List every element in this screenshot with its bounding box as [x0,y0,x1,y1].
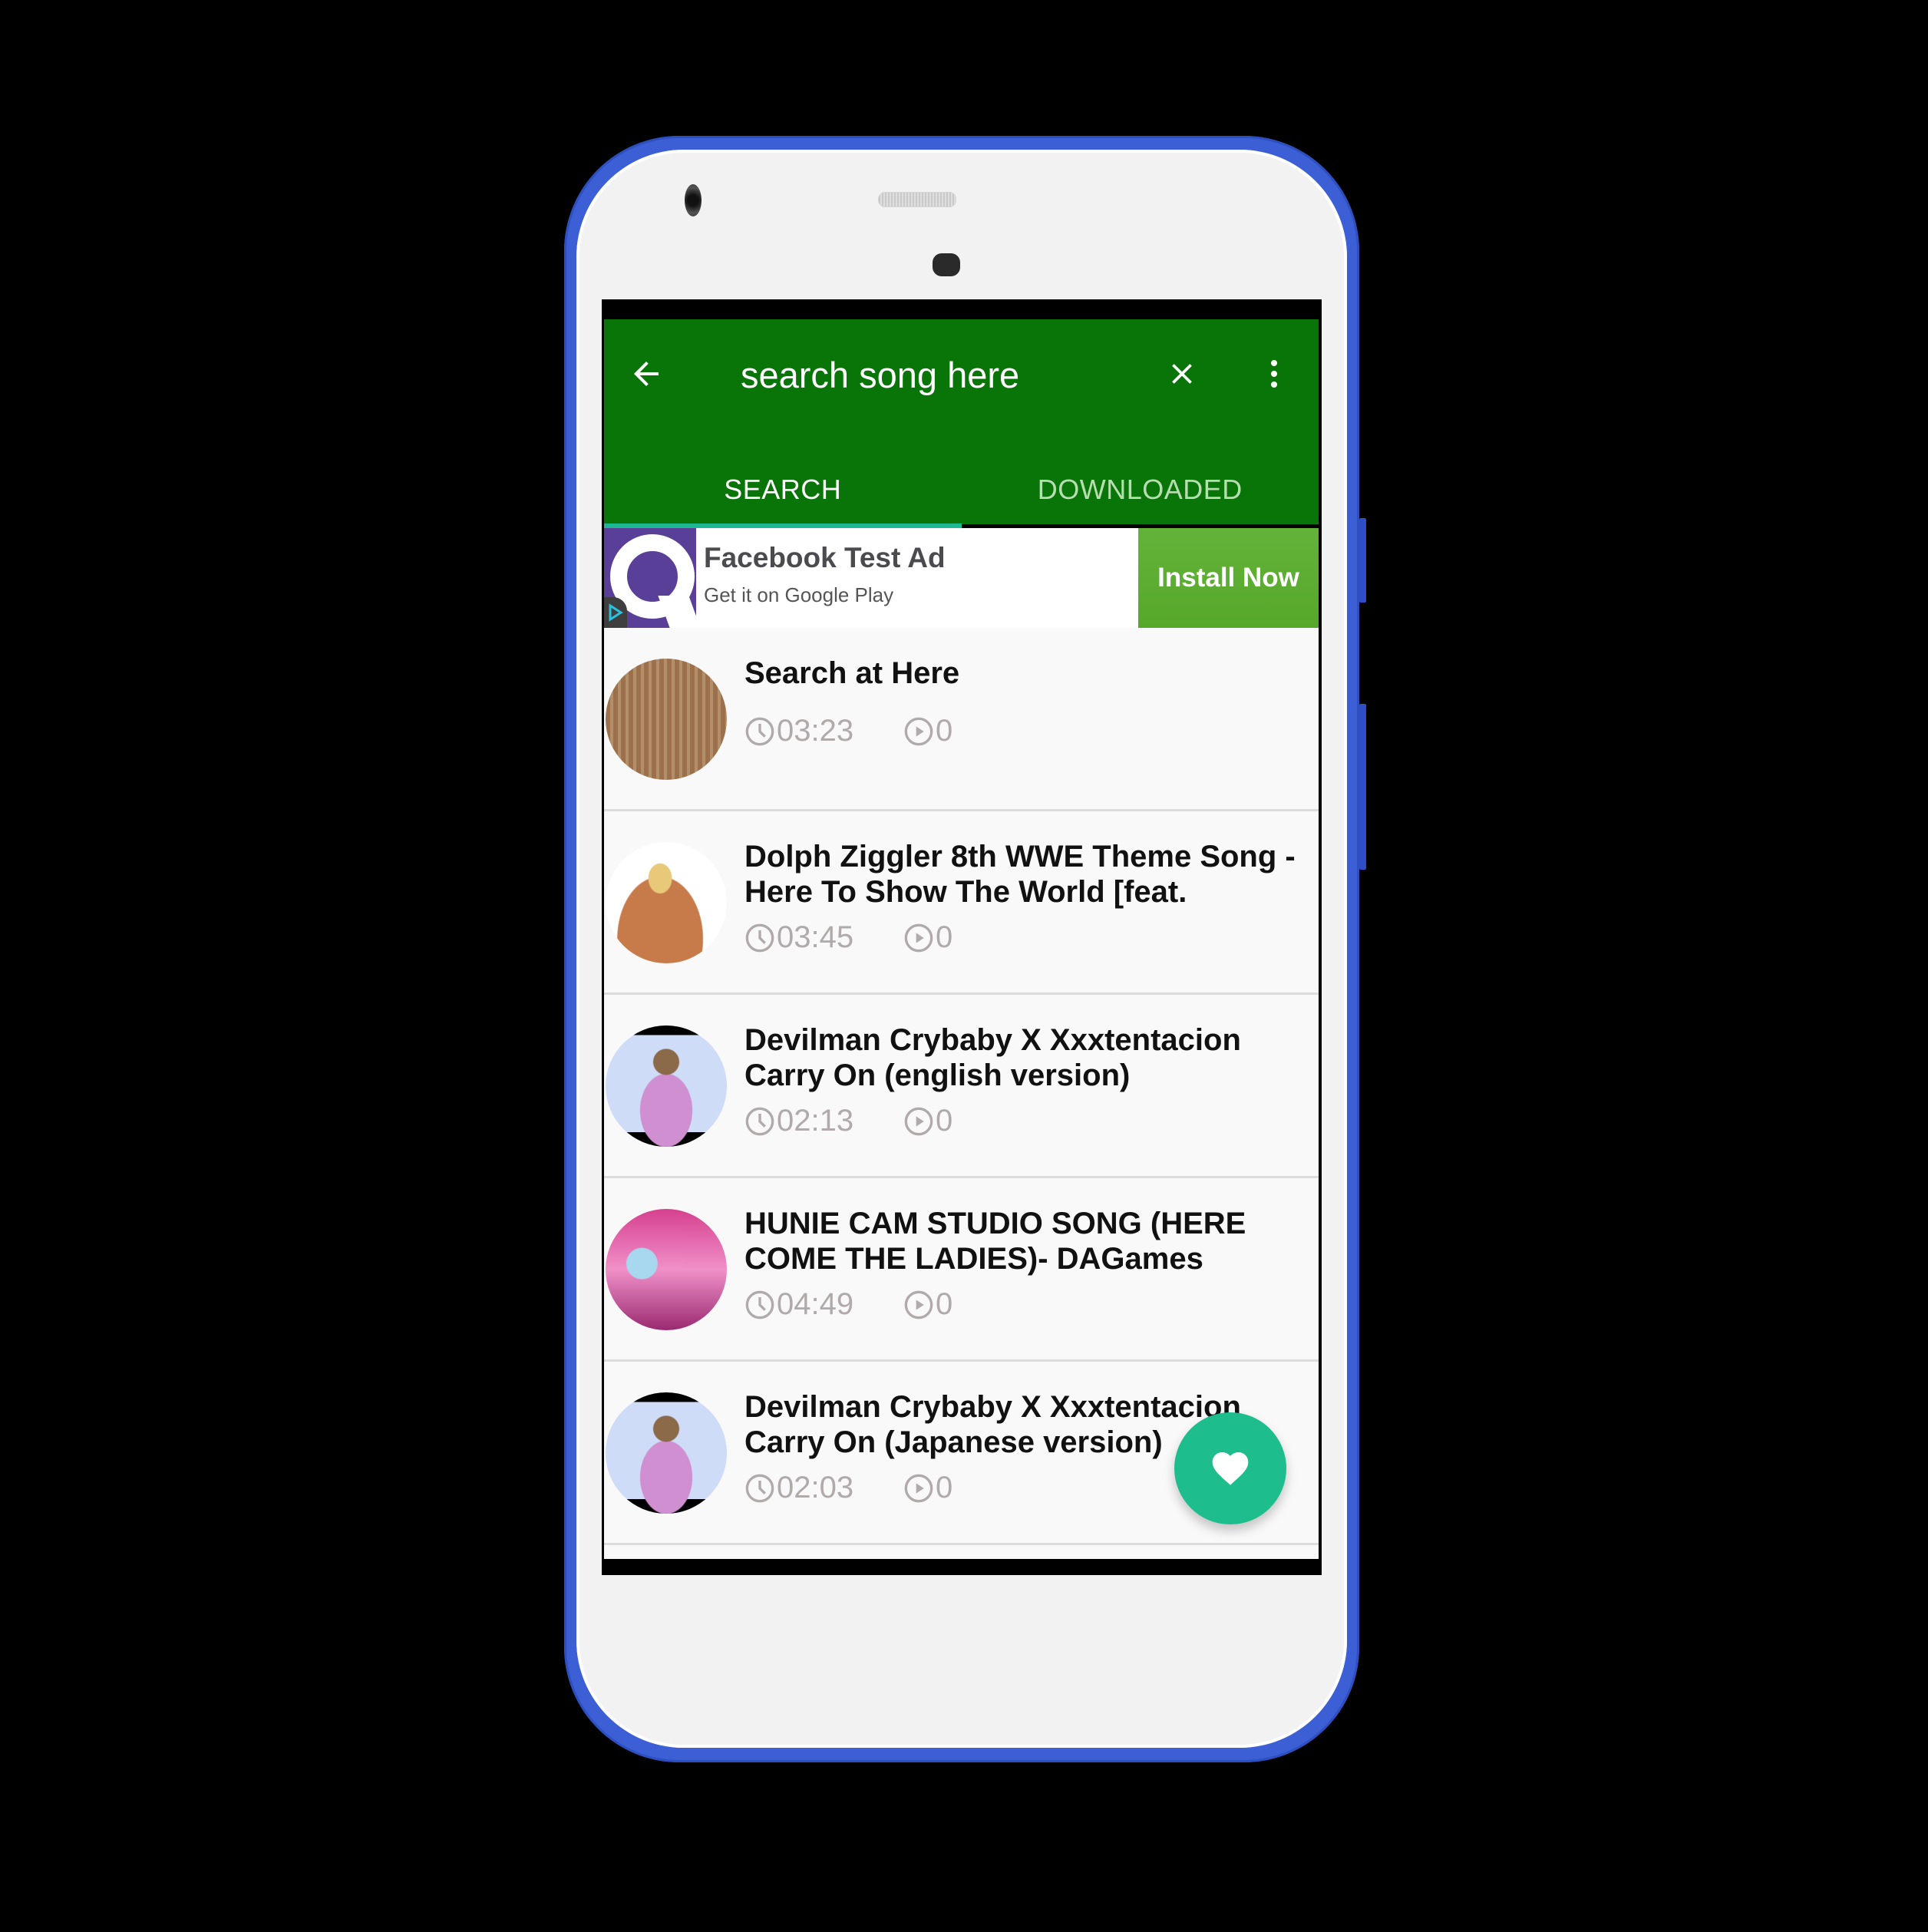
clock-icon [744,923,775,953]
volume-button [1359,704,1366,870]
clear-search-button[interactable] [1157,348,1207,399]
song-meta: 03:23 0 [744,714,952,748]
power-button [1359,518,1366,603]
song-meta: 02:03 0 [744,1471,952,1505]
song-thumbnail [606,1392,727,1514]
song-play-count: 0 [936,1287,953,1321]
play-count-icon [903,1106,934,1137]
song-duration: 03:23 [777,714,854,748]
ad-subtitle: Get it on Google Play [704,583,894,606]
tab-downloaded-label: DOWNLOADED [1037,474,1243,505]
song-thumbnail [606,1025,727,1147]
play-count-icon [903,923,934,953]
song-list-item[interactable]: Dolph Ziggler 8th WWE Theme Song - Here … [604,811,1319,995]
tab-downloaded[interactable]: DOWNLOADED [962,455,1319,524]
song-duration: 02:13 [777,1104,854,1138]
song-duration: 03:45 [777,920,854,954]
q-logo-icon [604,528,696,628]
ad-title: Facebook Test Ad [704,542,946,573]
song-thumbnail [606,842,727,963]
play-count-icon [903,1473,934,1504]
overflow-menu-button[interactable] [1249,348,1299,399]
play-count-icon [903,1290,934,1320]
tab-bar: SEARCH DOWNLOADED [604,455,1319,528]
adchoices-icon[interactable] [604,597,627,628]
song-title: Dolph Ziggler 8th WWE Theme Song - Here … [744,840,1296,909]
song-meta: 02:13 0 [744,1104,952,1138]
song-duration: 04:49 [777,1287,854,1321]
install-now-button[interactable]: Install Now [1138,528,1319,628]
favorites-fab[interactable] [1174,1412,1286,1524]
song-meta: 03:45 0 [744,920,952,955]
song-play-count: 0 [936,1104,953,1138]
arrow-left-icon [634,362,659,386]
tab-search[interactable]: SEARCH [604,455,962,528]
clock-icon [744,1106,775,1137]
front-camera [685,184,702,216]
song-meta: 04:49 0 [744,1287,952,1322]
search-input[interactable] [741,350,1124,399]
song-list-item[interactable]: Search at Here 03:23 0 [604,628,1319,811]
screen: SEARCH DOWNLOADED Facebook Test Ad Get i… [602,299,1322,1575]
clock-icon [744,1290,775,1320]
app-bar: SEARCH DOWNLOADED [604,319,1319,528]
song-play-count: 0 [936,920,953,954]
navigation-bar [602,1559,1322,1575]
tab-search-label: SEARCH [724,474,842,505]
close-icon [1172,364,1192,384]
back-button[interactable] [621,348,672,399]
song-title: HUNIE CAM STUDIO SONG (HERE COME THE LAD… [744,1207,1246,1276]
clock-icon [744,1473,775,1504]
heart-icon [1212,1452,1249,1485]
song-list-item[interactable]: HUNIE CAM STUDIO SONG (HERE COME THE LAD… [604,1178,1319,1362]
song-play-count: 0 [936,1471,953,1504]
song-duration: 02:03 [777,1471,854,1504]
clock-icon [744,716,775,747]
status-bar [602,299,1322,319]
song-play-count: 0 [936,714,953,748]
more-vert-icon [1271,360,1277,388]
proximity-sensor [933,253,960,276]
earpiece-speaker [878,192,956,207]
ad-banner[interactable]: Facebook Test Ad Get it on Google Play I… [604,528,1319,628]
song-title: Search at Here [744,656,960,690]
song-title: Devilman Crybaby X Xxxtentacion Carry On… [744,1023,1241,1092]
song-thumbnail [606,1209,727,1330]
song-thumbnail [606,659,727,780]
play-count-icon [903,716,934,747]
song-list-item[interactable]: Devilman Crybaby X Xxxtentacion Carry On… [604,995,1319,1178]
